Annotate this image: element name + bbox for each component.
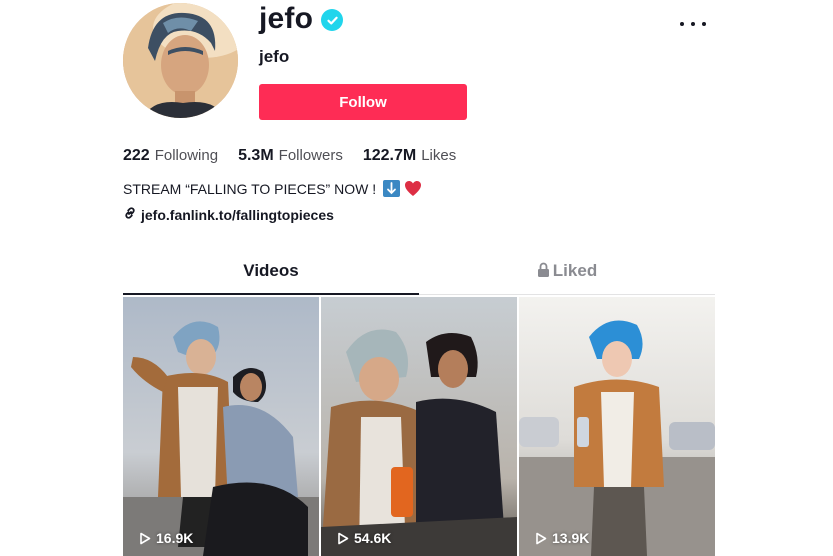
more-options-icon[interactable] xyxy=(680,14,706,34)
view-count: 16.9K xyxy=(139,530,193,546)
active-tab-underline xyxy=(123,293,419,295)
following-stat[interactable]: 222 Following xyxy=(123,147,218,165)
following-count: 222 xyxy=(123,147,150,164)
video-thumbnail[interactable]: 13.9K xyxy=(519,297,715,556)
followers-label: Followers xyxy=(278,147,343,164)
verified-badge-icon xyxy=(321,9,344,31)
username-row: jefo xyxy=(259,2,344,36)
video-thumbnail[interactable]: 16.9K xyxy=(123,297,319,556)
avatar-image xyxy=(123,3,238,118)
bio-text: STREAM “FALLING TO PIECES” NOW ! xyxy=(123,180,377,197)
profile-page: jefo jefo Follow 222 Following 5.3M Follow… xyxy=(0,0,833,556)
avatar[interactable] xyxy=(123,3,238,118)
view-count: 13.9K xyxy=(535,530,589,546)
bio: STREAM “FALLING TO PIECES” NOW ! xyxy=(123,180,422,197)
tab-liked[interactable]: Liked xyxy=(419,261,715,295)
profile-tabs: Videos Liked xyxy=(123,261,715,295)
followers-stat[interactable]: 5.3M Followers xyxy=(238,147,343,165)
play-icon xyxy=(140,532,151,544)
tab-liked-label: Liked xyxy=(552,261,598,280)
link-icon xyxy=(123,206,137,223)
video-thumbnail-image xyxy=(519,297,715,556)
view-count-text: 13.9K xyxy=(552,530,590,546)
view-count-text: 16.9K xyxy=(156,530,194,546)
username: jefo xyxy=(259,2,314,35)
play-icon xyxy=(338,532,349,544)
nickname: jefo xyxy=(259,47,290,66)
follow-button[interactable]: Follow xyxy=(259,84,467,120)
profile-link[interactable]: jefo.fanlink.to/fallingtopieces xyxy=(123,206,334,223)
video-thumbnail[interactable]: 54.6K xyxy=(321,297,517,556)
profile-stats: 222 Following 5.3M Followers 122.7M Likes xyxy=(123,147,456,165)
red-heart-icon xyxy=(404,180,422,197)
video-thumbnail-image xyxy=(321,297,517,556)
view-count: 54.6K xyxy=(337,530,391,546)
following-label: Following xyxy=(154,147,219,164)
followers-count: 5.3M xyxy=(238,147,274,164)
view-count-text: 54.6K xyxy=(354,530,392,546)
link-text: jefo.fanlink.to/fallingtopieces xyxy=(141,206,334,223)
down-arrow-icon xyxy=(383,180,401,197)
video-thumbnail-image xyxy=(123,297,319,556)
likes-label: Likes xyxy=(421,147,457,164)
play-icon xyxy=(536,532,547,544)
video-grid: 16.9K 54.6K 13.9K xyxy=(123,297,715,556)
tab-videos-label: Videos xyxy=(243,261,299,280)
lock-icon xyxy=(537,262,550,278)
likes-count: 122.7M xyxy=(362,147,417,164)
likes-stat: 122.7M Likes xyxy=(363,147,456,165)
tab-videos[interactable]: Videos xyxy=(123,261,419,295)
